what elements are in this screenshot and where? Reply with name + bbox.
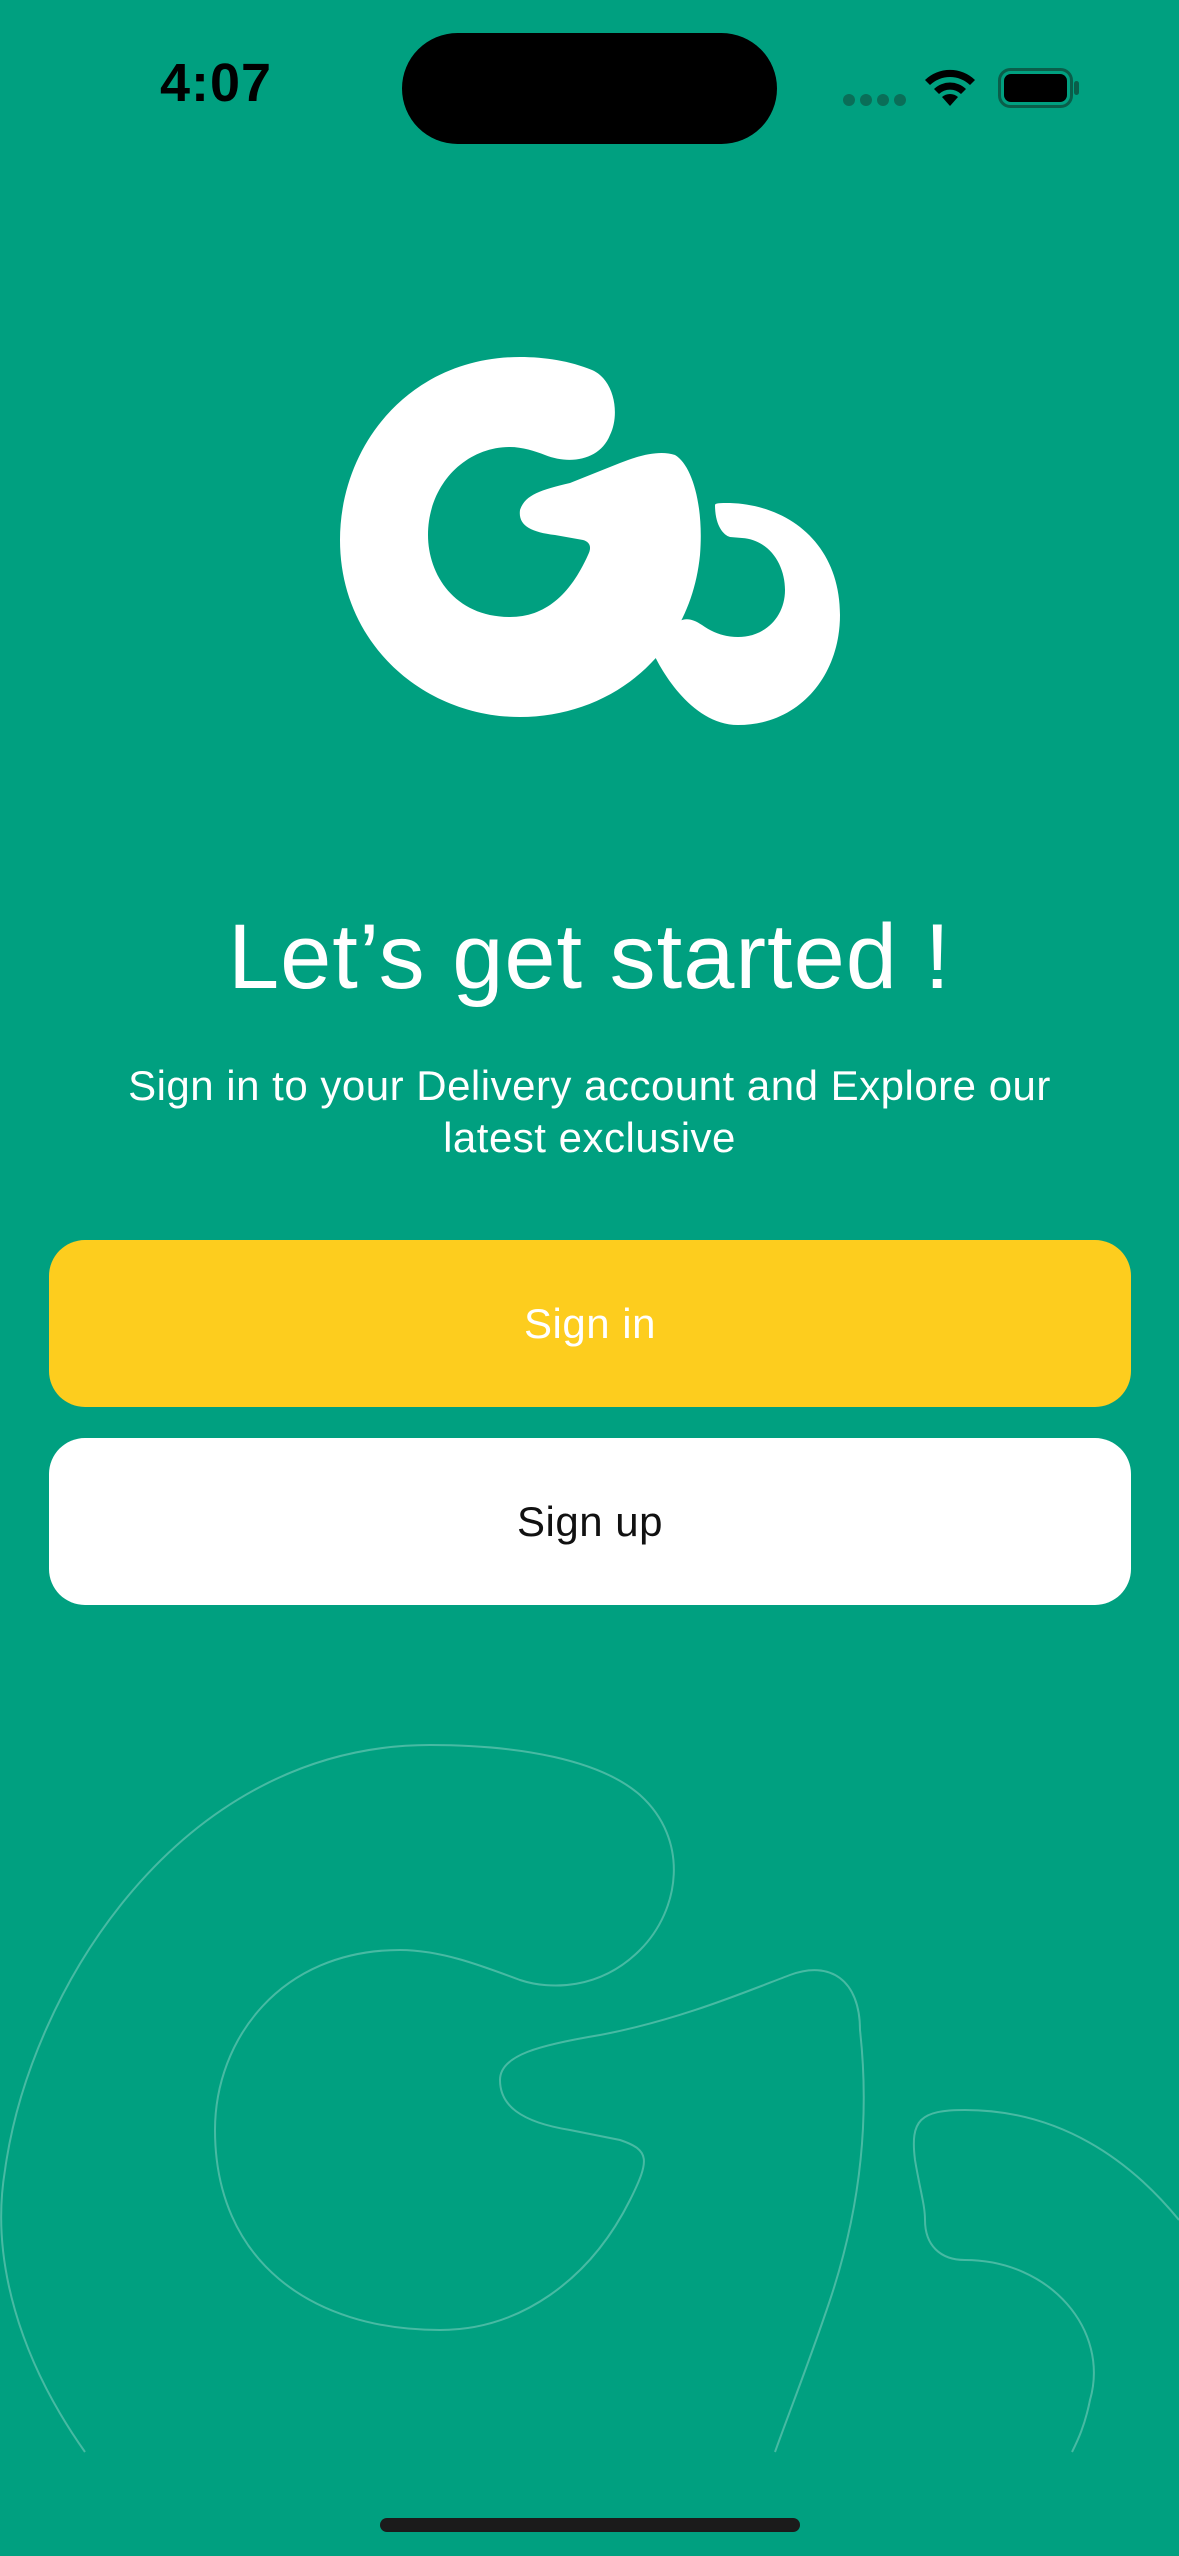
page-title: Let’s get started !: [227, 906, 952, 1008]
sign-up-button[interactable]: Sign up: [49, 1438, 1131, 1605]
go-logo-icon: [340, 357, 840, 725]
sign-in-button[interactable]: Sign in: [49, 1240, 1131, 1407]
dynamic-island: [402, 33, 777, 144]
page-subtitle: Sign in to your Delivery account and Exp…: [128, 1062, 1051, 1161]
welcome-screen: 4:07 Let’s get started ! Sign in to your…: [0, 0, 1179, 2556]
cellular-signal-icon: [843, 94, 906, 106]
background-logo-watermark: [0, 1743, 1179, 2453]
battery-icon: [998, 68, 1079, 108]
wifi-icon: [925, 69, 975, 106]
status-time: 4:07: [160, 53, 273, 113]
home-indicator[interactable]: [380, 2518, 800, 2532]
